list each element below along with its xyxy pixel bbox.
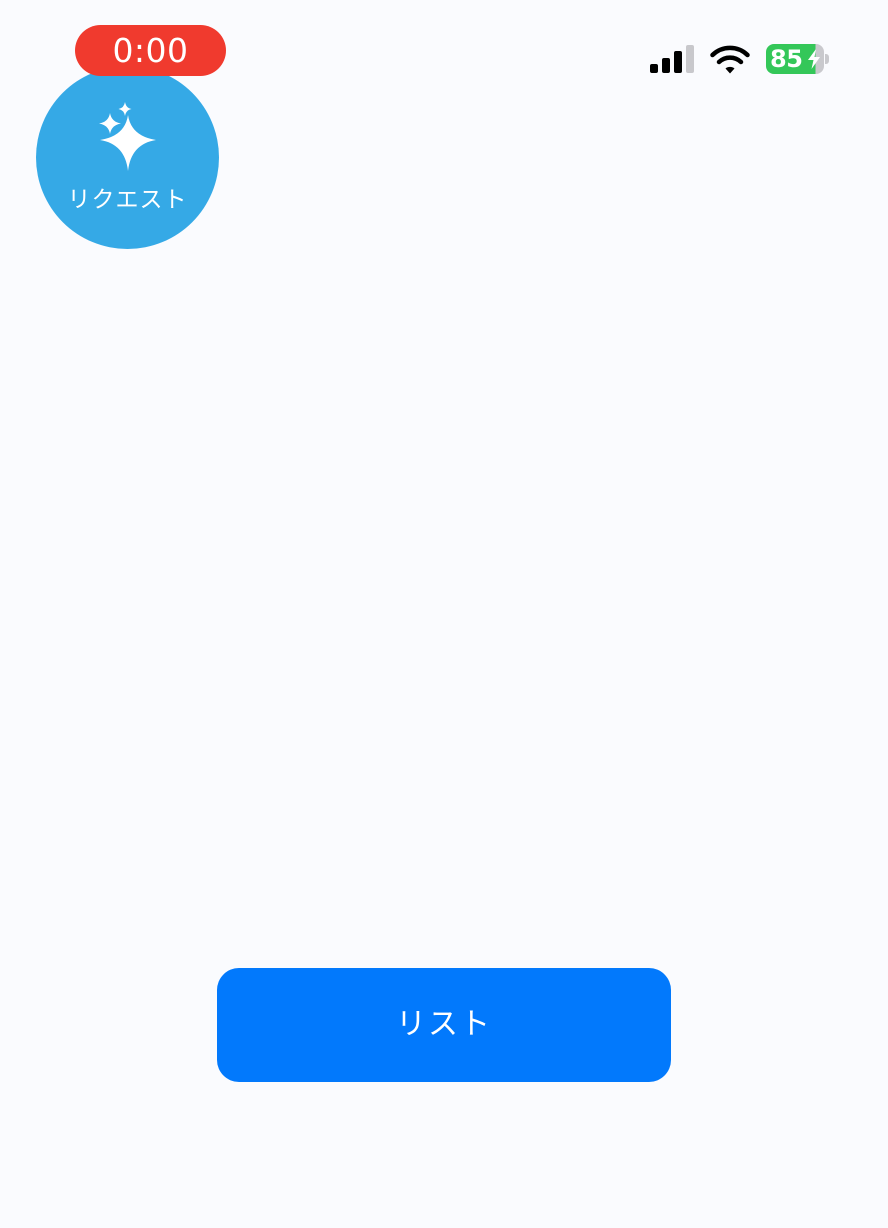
battery-indicator: 85 (766, 44, 830, 74)
recording-timer[interactable]: 0:00 (75, 25, 226, 76)
list-button[interactable]: リスト (217, 968, 671, 1082)
battery-nub (825, 54, 829, 64)
wifi-icon (710, 45, 750, 74)
battery-level: 85 (770, 45, 803, 73)
cellular-signal-icon (650, 45, 694, 73)
sparkles-icon (99, 102, 156, 171)
charging-bolt-icon (808, 49, 820, 69)
